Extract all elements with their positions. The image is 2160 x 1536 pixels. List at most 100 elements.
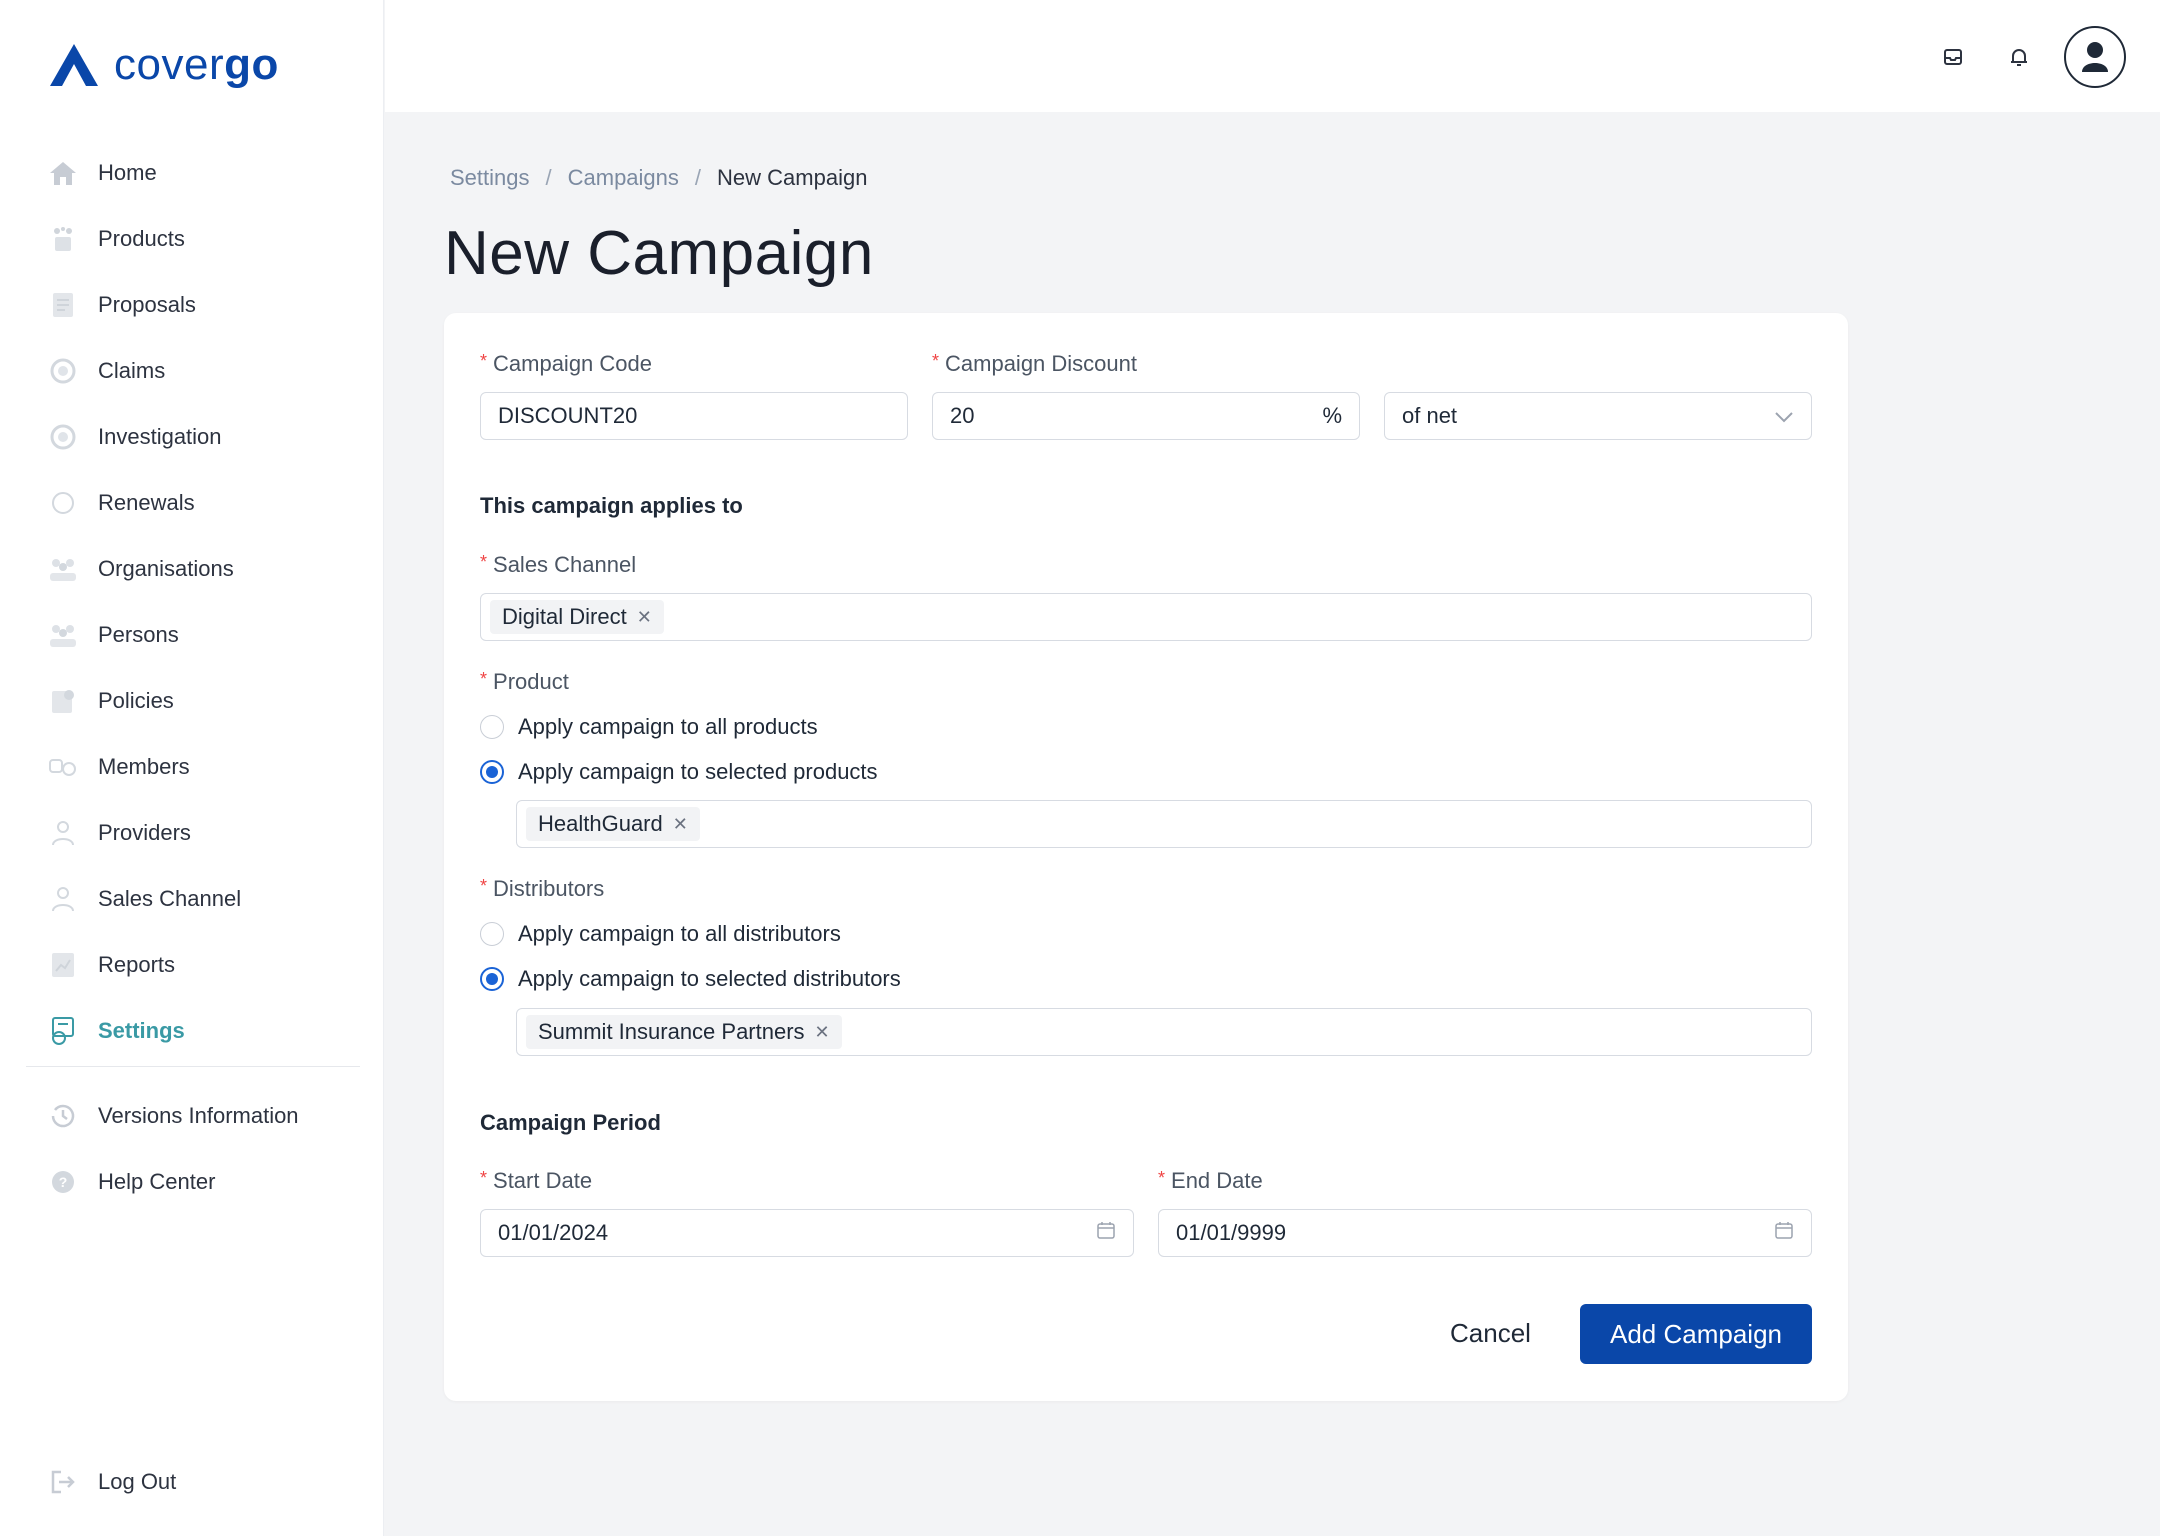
sidebar-item-renewals[interactable]: Renewals <box>48 470 364 536</box>
breadcrumb-current: New Campaign <box>717 165 868 190</box>
sidebar-item-label: Investigation <box>98 424 222 449</box>
radio-selected-distributors[interactable] <box>480 967 504 991</box>
campaign-code-input[interactable]: DISCOUNT20 <box>480 392 908 440</box>
campaign-code-label: * Campaign Code <box>480 351 652 376</box>
sidebar-item-policies[interactable]: Policies <box>48 668 364 734</box>
close-icon[interactable]: ✕ <box>637 608 652 626</box>
distributor-option-all[interactable]: Apply campaign to all distributors <box>480 921 841 947</box>
cancel-button[interactable]: Cancel <box>1450 1318 1531 1349</box>
discount-basis-value: of net <box>1402 403 1458 428</box>
sidebar-item-label: Policies <box>98 688 174 713</box>
sales-channel-select[interactable]: Digital Direct ✕ <box>480 593 1812 641</box>
sidebar-item-label: Reports <box>98 952 176 977</box>
sidebar-item-versions-information[interactable]: Versions Information <box>48 1083 364 1149</box>
end-date-input[interactable]: 01/01/9999 <box>1158 1209 1812 1257</box>
radio-all-distributors[interactable] <box>480 922 504 946</box>
close-icon[interactable]: ✕ <box>673 815 688 833</box>
required-asterisk: * <box>932 351 940 371</box>
page-title: New Campaign <box>444 219 874 288</box>
user-avatar-icon[interactable] <box>2064 26 2126 88</box>
end-date-value: 01/01/9999 <box>1176 1220 1287 1245</box>
sidebar-item-home[interactable]: Home <box>48 140 364 206</box>
tag-label: HealthGuard <box>538 811 663 836</box>
distributor-option-selected[interactable]: Apply campaign to selected distributors <box>480 966 901 992</box>
sidebar-item-label: Renewals <box>98 490 195 515</box>
sidebar-item-label: Home <box>98 160 157 185</box>
tag-label: Digital Direct <box>502 604 627 629</box>
campaign-discount-input[interactable]: 20 % <box>932 392 1360 440</box>
products-icon <box>48 224 78 254</box>
sidebar-nav: Home Products Proposals Claims Investiga… <box>48 140 364 1064</box>
distributor-select[interactable]: Summit Insurance Partners ✕ <box>516 1008 1812 1056</box>
history-icon <box>48 1101 78 1131</box>
campaign-discount-value: 20 <box>950 403 975 428</box>
settings-icon <box>48 1016 78 1046</box>
sidebar-item-label: Help Center <box>98 1169 216 1194</box>
sidebar-item-proposals[interactable]: Proposals <box>48 272 364 338</box>
sales-channel-tag: Digital Direct ✕ <box>490 600 664 634</box>
sidebar-item-label: Members <box>98 754 190 779</box>
start-date-input[interactable]: 01/01/2024 <box>480 1209 1134 1257</box>
brand-wordmark: covergo <box>114 40 279 89</box>
sidebar-item-investigation[interactable]: Investigation <box>48 404 364 470</box>
start-date-value: 01/01/2024 <box>498 1220 609 1245</box>
breadcrumb-campaigns[interactable]: Campaigns <box>568 165 679 191</box>
sidebar-item-help-center[interactable]: ? Help Center <box>48 1149 364 1215</box>
close-icon[interactable]: ✕ <box>815 1023 830 1041</box>
distributor-tag: Summit Insurance Partners ✕ <box>526 1015 842 1049</box>
product-tag: HealthGuard ✕ <box>526 807 700 841</box>
claims-icon <box>48 356 78 386</box>
bell-icon[interactable] <box>2006 44 2032 70</box>
breadcrumb-settings[interactable]: Settings <box>450 165 530 191</box>
proposals-icon <box>48 290 78 320</box>
sidebar-item-products[interactable]: Products <box>48 206 364 272</box>
sidebar-item-settings[interactable]: Settings <box>48 998 364 1064</box>
required-asterisk: * <box>480 552 488 572</box>
product-option-selected[interactable]: Apply campaign to selected products <box>480 759 878 785</box>
product-select[interactable]: HealthGuard ✕ <box>516 800 1812 848</box>
brand-logo[interactable]: covergo <box>48 42 279 88</box>
sidebar-item-claims[interactable]: Claims <box>48 338 364 404</box>
discount-basis-select[interactable]: of net <box>1384 392 1812 440</box>
logout-button[interactable]: Log Out <box>48 1449 176 1515</box>
radio-label: Apply campaign to all products <box>518 714 818 739</box>
reports-icon <box>48 950 78 980</box>
sidebar-item-organisations[interactable]: Organisations <box>48 536 364 602</box>
logo-mark-icon <box>50 44 98 86</box>
persons-icon <box>48 620 78 650</box>
chevron-down-icon <box>1774 403 1794 429</box>
sidebar-item-persons[interactable]: Persons <box>48 602 364 668</box>
sidebar-item-providers[interactable]: Providers <box>48 800 364 866</box>
calendar-icon[interactable] <box>1096 1220 1116 1246</box>
svg-text:?: ? <box>59 1174 68 1190</box>
add-campaign-button[interactable]: Add Campaign <box>1580 1304 1812 1364</box>
providers-icon <box>48 818 78 848</box>
radio-label: Apply campaign to selected distributors <box>518 966 901 991</box>
sidebar-item-sales-channel[interactable]: Sales Channel <box>48 866 364 932</box>
required-asterisk: * <box>480 876 488 896</box>
campaign-form-card: * Campaign Code DISCOUNT20 * Campaign Disc… <box>444 313 1848 1401</box>
radio-label: Apply campaign to selected products <box>518 759 878 784</box>
radio-selected-products[interactable] <box>480 760 504 784</box>
sidebar-item-reports[interactable]: Reports <box>48 932 364 998</box>
required-asterisk: * <box>480 1168 488 1188</box>
radio-all-products[interactable] <box>480 715 504 739</box>
topbar <box>385 0 2160 112</box>
sales-channel-label: * Sales Channel <box>480 552 637 577</box>
radio-label: Apply campaign to all distributors <box>518 921 841 946</box>
logout-label: Log Out <box>98 1469 177 1494</box>
sidebar-secondary-nav: Versions Information ? Help Center <box>48 1083 364 1215</box>
required-asterisk: * <box>1158 1168 1166 1188</box>
renewals-icon <box>48 488 78 518</box>
sales-channel-icon <box>48 884 78 914</box>
sidebar-item-members[interactable]: Members <box>48 734 364 800</box>
inbox-icon[interactable] <box>1940 44 1966 70</box>
policies-icon <box>48 686 78 716</box>
help-icon: ? <box>48 1167 78 1197</box>
campaign-code-value: DISCOUNT20 <box>498 403 638 428</box>
product-label: * Product <box>480 669 569 694</box>
product-option-all[interactable]: Apply campaign to all products <box>480 714 818 740</box>
sidebar-item-label: Products <box>98 226 185 251</box>
home-icon <box>48 158 78 188</box>
calendar-icon[interactable] <box>1774 1220 1794 1246</box>
